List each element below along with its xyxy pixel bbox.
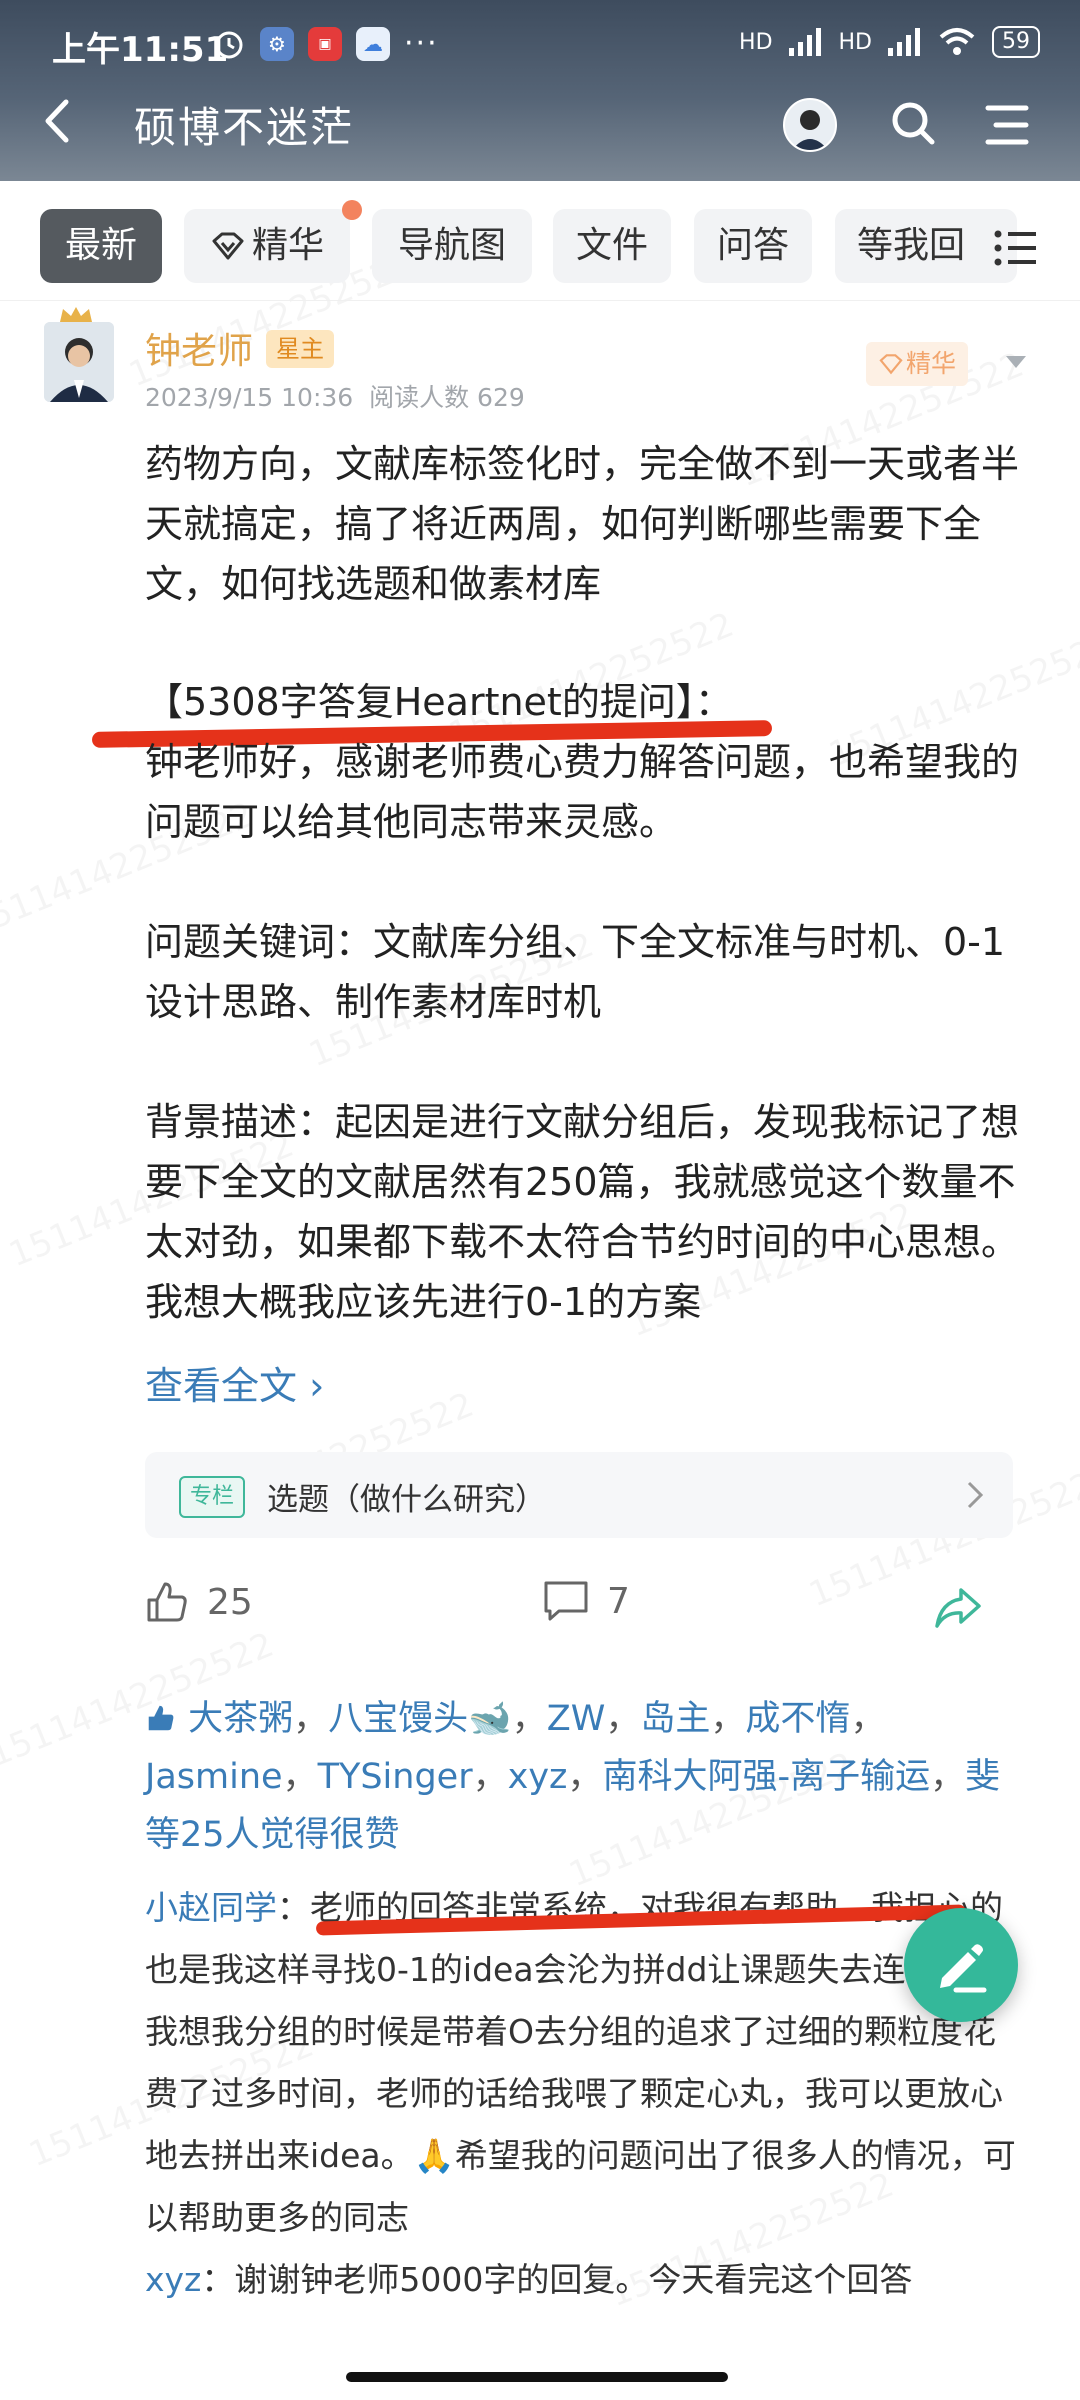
home-indicator[interactable] xyxy=(346,2372,728,2382)
column-tag: 专栏 xyxy=(179,1476,245,1518)
app-notification-icon: ▣ xyxy=(308,26,342,61)
post-paragraph: 问题关键词：文献库分组、下全文标准与时机、0-1设计思路、制作素材库时机 xyxy=(145,920,1006,1024)
status-time: 上午11:51 xyxy=(52,30,229,70)
pencil-icon xyxy=(940,1944,987,1993)
user-avatar[interactable] xyxy=(783,98,837,152)
tab-qa[interactable]: 问答 xyxy=(694,209,812,283)
new-indicator-dot xyxy=(342,200,362,220)
comment-button[interactable]: 7 xyxy=(543,1580,630,1622)
dropdown-arrow-icon[interactable] xyxy=(1006,356,1026,370)
post-actions: 25 7 xyxy=(145,1580,1025,1640)
read-count: 阅读人数 629 xyxy=(369,383,525,412)
tab-essence-label: 精华 xyxy=(251,225,324,266)
signal-icon xyxy=(888,28,920,56)
liker-name[interactable]: 南科大阿强-离子输运 xyxy=(602,1757,930,1797)
tab-latest[interactable]: 最新 xyxy=(40,209,162,283)
chevron-right-icon xyxy=(967,1481,984,1509)
alarm-icon xyxy=(215,31,243,58)
app-header: 上午11:51 ⚙ ▣ ☁ ··· HD HD 59 硕博不迷茫 xyxy=(0,0,1080,181)
back-arrow-icon[interactable] xyxy=(38,96,78,146)
compose-button[interactable] xyxy=(904,1908,1018,2022)
likers-list: 大茶粥，八宝馒头🐋，ZW，岛主，成不惰，Jasmine，TYSinger，xyz… xyxy=(145,1699,1001,1855)
search-icon[interactable] xyxy=(888,98,938,148)
post-paragraph: 背景描述：起因是进行文献分组后，发现我标记了想要下全文的文献居然有250篇，我就… xyxy=(145,1100,1020,1324)
like-count: 25 xyxy=(207,1581,253,1623)
comment-item[interactable]: xyz：谢谢钟老师5000字的回复。今天看完这个回答 xyxy=(145,2249,1025,2311)
column-card[interactable]: 专栏 选题（做什么研究） xyxy=(145,1452,1013,1538)
column-title: 选题（做什么研究） xyxy=(267,1482,546,1518)
liker-name[interactable]: TYSinger xyxy=(318,1757,473,1797)
comment-list: 小赵同学：老师的回答非常系统，对我很有帮助。我担心的也是我这样寻找0-1的ide… xyxy=(145,1877,1025,2311)
liker-name[interactable]: 斐 xyxy=(965,1757,1000,1797)
network-label: HD xyxy=(838,29,872,55)
thumbs-up-icon xyxy=(148,1705,174,1731)
tab-navigation-map[interactable]: 导航图 xyxy=(372,209,532,283)
liker-name[interactable]: ZW xyxy=(547,1699,606,1739)
share-icon[interactable] xyxy=(933,1586,983,1632)
essence-badge-label: 精华 xyxy=(906,349,957,378)
battery-indicator: 59 xyxy=(992,26,1040,58)
liker-name[interactable]: Jasmine xyxy=(145,1757,283,1797)
comment-icon xyxy=(544,1581,588,1621)
comment-count: 7 xyxy=(607,1580,630,1622)
liker-name[interactable]: 岛主 xyxy=(640,1699,710,1739)
post-paragraph: 钟老师好，感谢老师费心费力解答问题，也希望我的问题可以给其他同志带来灵感。 xyxy=(145,740,1020,844)
liker-name[interactable]: xyz xyxy=(508,1757,568,1797)
app-notification-icon: ☁ xyxy=(356,26,390,61)
diamond-icon xyxy=(212,232,244,260)
menu-icon[interactable] xyxy=(982,100,1032,150)
author-avatar[interactable] xyxy=(44,322,114,402)
essence-badge: 精华 xyxy=(866,342,969,386)
tab-essence[interactable]: 精华 xyxy=(184,209,350,283)
likers-summary[interactable]: 等25人觉得很赞 xyxy=(145,1815,400,1855)
comment-item[interactable]: 小赵同学：老师的回答非常系统，对我很有帮助。我担心的也是我这样寻找0-1的ide… xyxy=(145,1877,1025,2249)
diamond-icon xyxy=(879,354,903,375)
tab-awaiting-reply[interactable]: 等我回 xyxy=(835,209,1017,283)
author-name[interactable]: 钟老师 xyxy=(145,322,253,374)
post-date: 2023/9/15 10:36 xyxy=(145,383,354,412)
topic-tabs: 最新 精华 导航图 文件 问答 等我回 xyxy=(40,209,1040,285)
more-notifications-icon: ··· xyxy=(404,26,439,61)
liker-name[interactable]: 八宝馒头🐋 xyxy=(328,1699,512,1739)
list-icon[interactable] xyxy=(994,228,1038,268)
liker-name[interactable]: 大茶粥 xyxy=(188,1699,293,1739)
tab-files[interactable]: 文件 xyxy=(553,209,671,283)
post-paragraph: 药物方向，文献库标签化时，完全做不到一天或者半天就搞定，搞了将近两周，如何判断哪… xyxy=(145,442,1020,606)
comment-text: ：谢谢钟老师5000字的回复。今天看完这个回答 xyxy=(201,2260,913,2299)
liker-name[interactable]: 成不惰 xyxy=(745,1699,850,1739)
thumbs-up-icon xyxy=(147,1582,187,1622)
wifi-icon xyxy=(939,28,975,55)
read-more-link[interactable]: 查看全文 › xyxy=(145,1355,324,1410)
comment-author[interactable]: xyz xyxy=(145,2260,201,2299)
owner-badge: 星主 xyxy=(266,330,334,368)
signal-icon xyxy=(788,28,821,56)
page-title: 硕博不迷茫 xyxy=(134,103,355,152)
divider xyxy=(0,300,1080,301)
comment-author[interactable]: 小赵同学 xyxy=(145,1888,277,1927)
post-meta: 2023/9/15 10:36 阅读人数 629 xyxy=(145,378,525,414)
comment-text: ：老师的回答非常系统，对我很有帮助。我担心的也是我这样寻找0-1的idea会沦为… xyxy=(145,1888,1016,2237)
status-system-icons: HD HD 59 xyxy=(739,26,1040,58)
status-notification-icons: ⚙ ▣ ☁ ··· xyxy=(212,26,439,61)
network-label: HD xyxy=(739,29,773,55)
like-button[interactable]: 25 xyxy=(145,1580,253,1624)
app-notification-icon: ⚙ xyxy=(260,26,294,61)
